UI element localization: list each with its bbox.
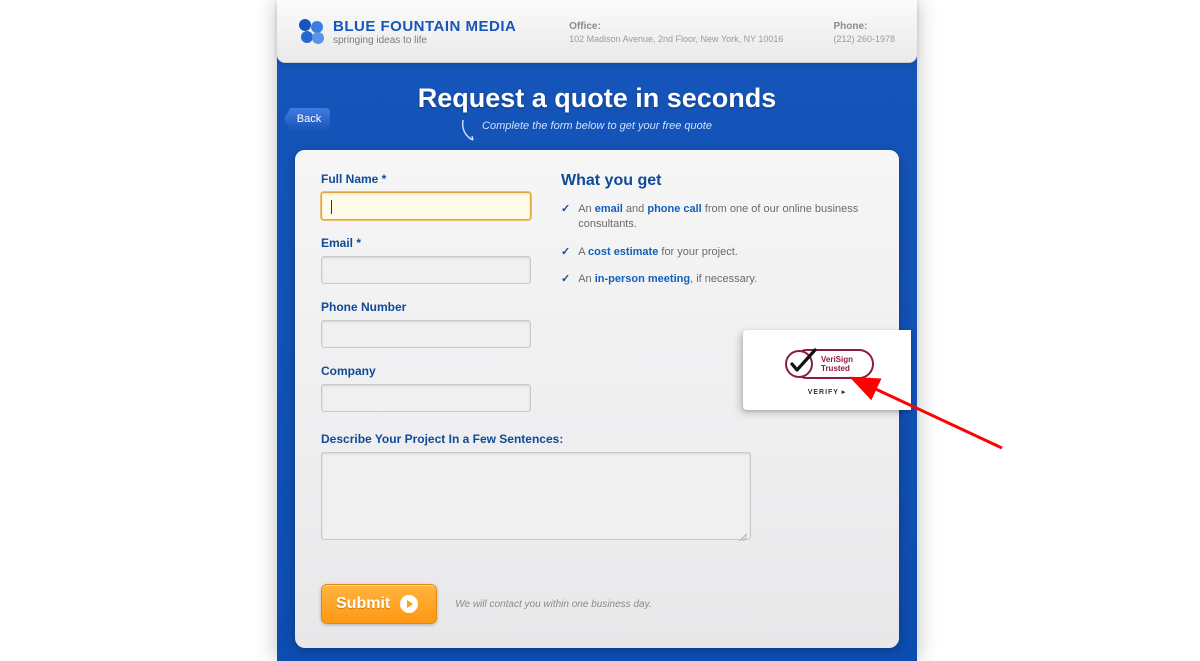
- logo-icon: [299, 19, 325, 45]
- check-icon: ✓: [561, 202, 570, 233]
- phone-label: Phone:: [833, 21, 895, 32]
- trust-badge[interactable]: VeriSign Trusted VERIFY ▸: [743, 330, 911, 410]
- email-input[interactable]: [321, 256, 531, 284]
- play-icon: [400, 595, 418, 613]
- full-name-label: Full Name *: [321, 172, 531, 186]
- page-subtitle: Complete the form below to get your free…: [277, 120, 917, 132]
- brand-name: BLUE FOUNTAIN MEDIA: [333, 18, 516, 35]
- full-name-input[interactable]: [321, 192, 531, 220]
- header-bar: BLUE FOUNTAIN MEDIA springing ideas to l…: [277, 0, 917, 63]
- office-value: 102 Madison Avenue, 2nd Floor, New York,…: [569, 34, 783, 44]
- check-icon: ✓: [561, 272, 570, 287]
- project-label: Describe Your Project In a Few Sentences…: [321, 432, 873, 446]
- brand-tagline: springing ideas to life: [333, 35, 516, 46]
- phone-input[interactable]: [321, 320, 531, 348]
- benefit-item: ✓ An in-person meeting, if necessary.: [561, 272, 873, 287]
- logo-text: BLUE FOUNTAIN MEDIA springing ideas to l…: [333, 18, 516, 46]
- submit-label: Submit: [336, 595, 390, 613]
- header-contact: Office: 102 Madison Avenue, 2nd Floor, N…: [569, 21, 895, 44]
- page-title: Request a quote in seconds: [277, 83, 917, 114]
- verisign-icon: VeriSign Trusted: [779, 344, 875, 386]
- svg-text:Trusted: Trusted: [821, 364, 850, 373]
- svg-text:VeriSign: VeriSign: [821, 355, 853, 364]
- benefit-item: ✓ A cost estimate for your project.: [561, 245, 873, 260]
- form-fields: Full Name * Email * Phone Number Company: [321, 172, 531, 428]
- phone-number-label: Phone Number: [321, 300, 531, 314]
- quote-form-card: Full Name * Email * Phone Number Company: [295, 150, 899, 648]
- text-caret: [331, 200, 332, 214]
- company-label: Company: [321, 364, 531, 378]
- submit-button[interactable]: Submit: [321, 584, 437, 624]
- curved-arrow-icon: [459, 118, 483, 144]
- office-label: Office:: [569, 21, 783, 32]
- resize-handle-icon[interactable]: [737, 531, 747, 541]
- app-container: BLUE FOUNTAIN MEDIA springing ideas to l…: [277, 0, 917, 661]
- project-textarea[interactable]: [321, 452, 751, 540]
- submit-note: We will contact you within one business …: [455, 599, 651, 610]
- phone-block: Phone: (212) 260-1978: [833, 21, 895, 44]
- benefits-title: What you get: [561, 172, 873, 190]
- office-block: Office: 102 Madison Avenue, 2nd Floor, N…: [569, 21, 783, 44]
- email-label: Email *: [321, 236, 531, 250]
- verify-label: VERIFY ▸: [808, 388, 847, 396]
- company-input[interactable]: [321, 384, 531, 412]
- benefit-item: ✓ An email and phone call from one of ou…: [561, 202, 873, 233]
- logo: BLUE FOUNTAIN MEDIA springing ideas to l…: [299, 18, 516, 46]
- check-icon: ✓: [561, 245, 570, 260]
- phone-value: (212) 260-1978: [833, 34, 895, 44]
